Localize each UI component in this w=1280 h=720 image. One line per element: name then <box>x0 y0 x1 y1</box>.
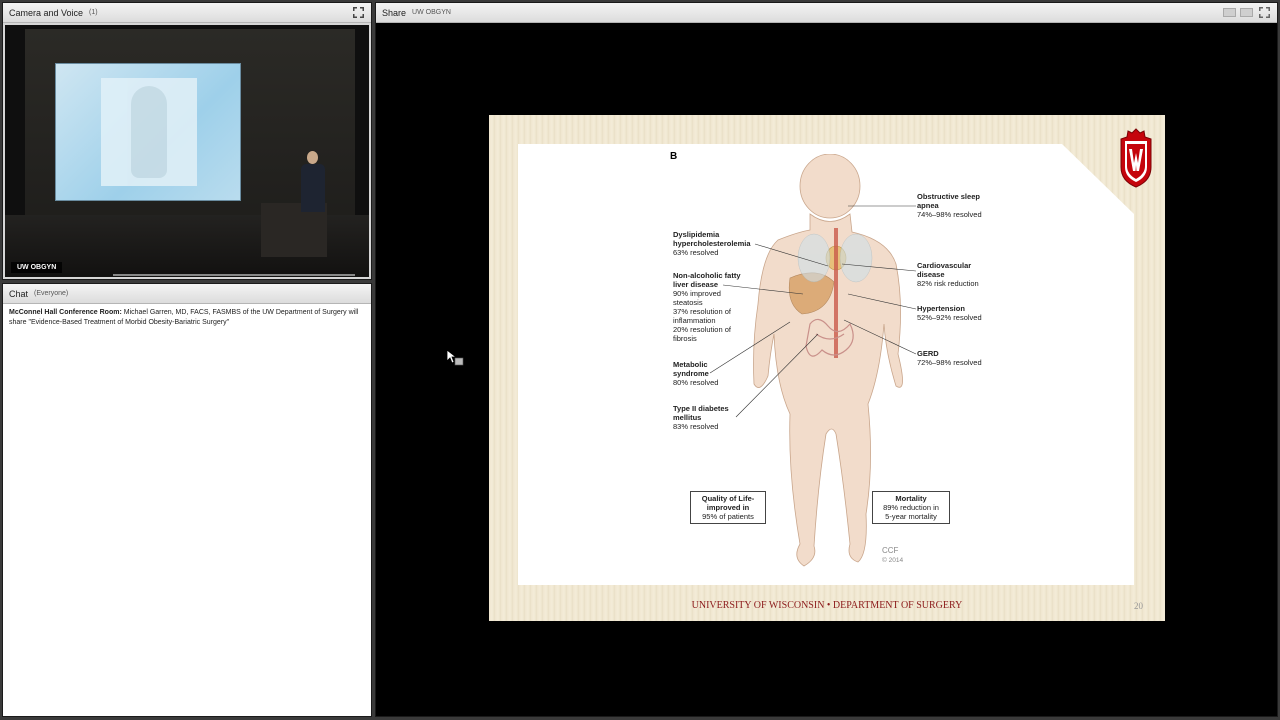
qol-title: Quality of Life- <box>701 494 755 503</box>
chat-pod-header: Chat (Everyone) <box>3 284 371 304</box>
slide-footer: UNIVERSITY OF WISCONSIN • DEPARTMENT OF … <box>691 600 963 611</box>
quality-of-life-box: Quality of Life- improved in 95% of pati… <box>690 491 766 524</box>
chat-message: McConnel Hall Conference Room: Michael G… <box>9 308 365 328</box>
qol-line2: improved in <box>706 503 750 512</box>
slide-page-number: 20 <box>1134 601 1143 611</box>
chat-message-list[interactable]: McConnel Hall Conference Room: Michael G… <box>3 304 371 332</box>
figure-credit: CCF © 2014 <box>882 546 903 565</box>
chat-pod: Chat (Everyone) McConnel Hall Conference… <box>2 283 372 717</box>
mortality-title: Mortality <box>895 494 927 503</box>
mortality-line2: 89% reduction in <box>883 503 939 512</box>
share-presenter-name: UW OBGYN <box>412 9 451 16</box>
uw-crest-icon <box>1120 128 1152 188</box>
pod-options-button[interactable] <box>1240 8 1253 17</box>
figure-area: B Dyslipidemia hypercholesterolemia 63% … <box>518 144 1134 585</box>
camera-and-voice-pod: Camera and Voice (1) UW OBGYN <box>2 2 372 280</box>
camera-pod-count: (1) <box>89 9 98 16</box>
figure-credit-line2: © 2014 <box>882 557 904 564</box>
audio-level-bar <box>113 274 355 276</box>
camera-video[interactable]: UW OBGYN <box>5 25 369 277</box>
mortality-line3: 5-year mortality <box>885 512 937 521</box>
camera-pod-header: Camera and Voice (1) <box>3 3 371 23</box>
adobe-connect-meeting-room: Camera and Voice (1) UW OBGYN Chat (Ever… <box>0 0 1280 720</box>
fullscreen-icon[interactable] <box>351 7 365 19</box>
mortality-box: Mortality 89% reduction in 5-year mortal… <box>872 491 950 524</box>
figure-credit-line1: CCF <box>882 546 899 555</box>
camera-pod-title: Camera and Voice <box>9 7 84 18</box>
fullscreen-icon[interactable] <box>1257 7 1271 19</box>
share-pod: Share UW OBGYN B Dyslipidemia hyperchole… <box>375 2 1278 717</box>
qol-line3: 95% of patients <box>702 512 754 521</box>
shared-slide: B Dyslipidemia hypercholesterolemia 63% … <box>489 115 1165 621</box>
pod-minimize-button[interactable] <box>1223 8 1236 17</box>
chat-audience[interactable]: (Everyone) <box>34 290 68 297</box>
presenter-figure <box>301 151 325 212</box>
chat-message-sender: McConnel Hall Conference Room: <box>9 309 122 316</box>
mouse-cursor-icon <box>446 349 464 366</box>
chat-pod-title: Chat <box>9 288 29 299</box>
camera-video-label: UW OBGYN <box>11 262 63 273</box>
projected-slide <box>55 63 241 201</box>
leader-lines <box>709 205 917 418</box>
share-pod-title: Share <box>382 7 407 18</box>
share-pod-header: Share UW OBGYN <box>376 3 1277 23</box>
